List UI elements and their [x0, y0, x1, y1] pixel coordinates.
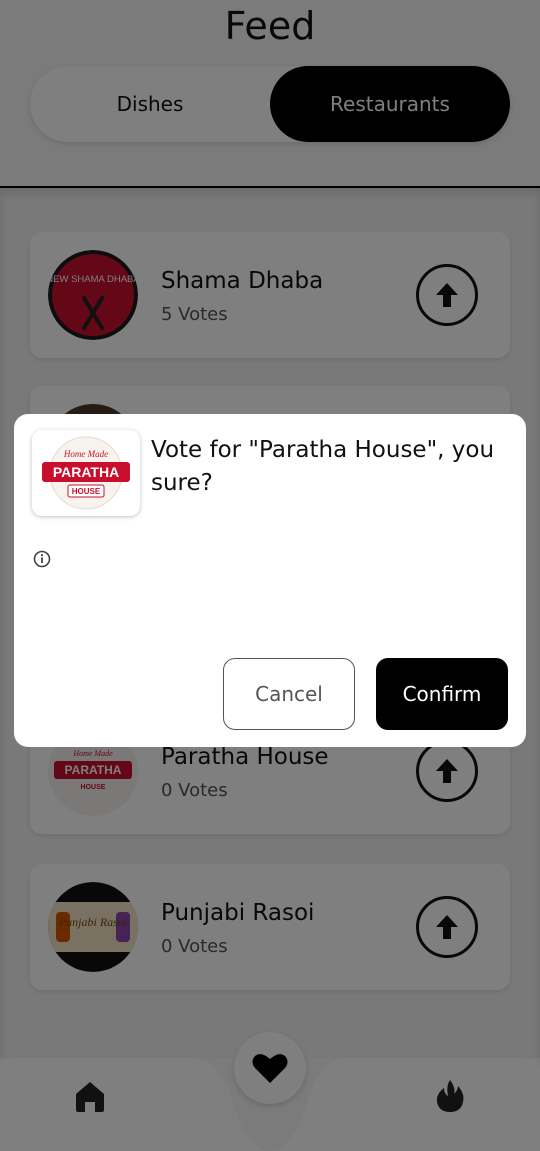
- svg-text:HOUSE: HOUSE: [72, 487, 101, 496]
- svg-text:PARATHA: PARATHA: [53, 464, 119, 480]
- vote-confirm-dialog: Home Made PARATHA HOUSE Vote for "Parath…: [14, 414, 526, 747]
- info-icon[interactable]: [33, 550, 51, 568]
- svg-text:Home Made: Home Made: [63, 449, 108, 459]
- dialog-message: Vote for "Paratha House", you sure?: [151, 437, 495, 496]
- confirm-button[interactable]: Confirm: [376, 658, 508, 730]
- dialog-restaurant-logo: Home Made PARATHA HOUSE: [32, 430, 140, 516]
- cancel-button[interactable]: Cancel: [223, 658, 355, 730]
